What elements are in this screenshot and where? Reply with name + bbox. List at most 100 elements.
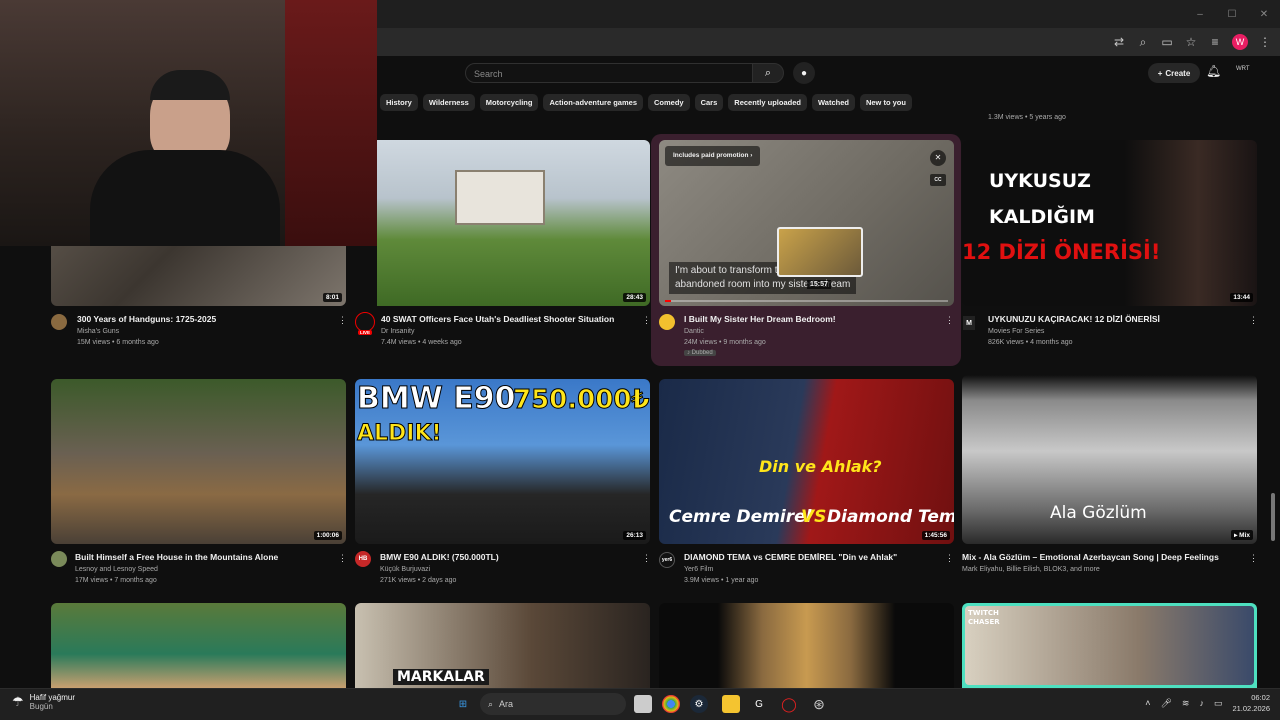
profile-avatar[interactable]: W [1232, 34, 1248, 50]
video-meta: 826K views • 4 months ago [988, 339, 1073, 346]
zoom-icon[interactable]: ⌕ [1136, 35, 1150, 49]
create-button[interactable]: + Create [1148, 63, 1200, 83]
video-preview-player[interactable]: Includes paid promotion › ✕ CC I'm about… [659, 140, 954, 306]
channel-name[interactable]: Movies For Series [988, 328, 1044, 335]
scrub-time: 15:57 [807, 280, 831, 289]
video-title[interactable]: Mix - Ala Gözlüm – Emotional Azerbaycan … [962, 552, 1219, 562]
channel-avatar[interactable] [51, 551, 67, 567]
chip-new-to-you[interactable]: New to you [859, 94, 912, 111]
more-options-icon[interactable]: ⋮ [945, 553, 954, 564]
bookmark-star-icon[interactable]: ☆ [1184, 35, 1198, 49]
mix-artists[interactable]: Mark Eliyahu, Billie Eilish, BLOK3, and … [962, 566, 1100, 573]
chip-watched[interactable]: Watched [811, 94, 855, 111]
volume-icon[interactable]: ♪ [1199, 698, 1204, 708]
search-button[interactable]: ⌕ [752, 63, 784, 83]
more-options-icon[interactable]: ⋮ [945, 315, 954, 326]
channel-avatar[interactable]: HB [355, 551, 371, 567]
video-meta: 7.4M views • 4 weeks ago [381, 339, 462, 346]
thumbnail-text: MARKALAR [393, 669, 489, 685]
mute-icon[interactable]: ✕ [930, 150, 946, 166]
house-shape [455, 170, 545, 225]
tab-search-icon[interactable]: ≡ [1208, 35, 1222, 49]
video-title[interactable]: 300 Years of Handguns: 1725-2025 [77, 314, 216, 324]
channel-name[interactable]: Lesnoy and Lesnoy Speed [75, 566, 158, 573]
captions-icon[interactable]: CC [930, 174, 946, 186]
video-thumbnail[interactable]: TWITCH CHASER [962, 603, 1257, 688]
taskbar-search[interactable]: ⌕ Ara [480, 693, 626, 715]
more-options-icon[interactable]: ⋮ [338, 315, 347, 326]
minimize-icon[interactable]: – [1184, 9, 1216, 20]
video-thumbnail[interactable]: Din ve Ahlak? Cemre Demirel VS Diamond T… [659, 379, 954, 544]
clock[interactable]: 06:02 21.02.2026 [1232, 692, 1270, 714]
chip-cars[interactable]: Cars [694, 94, 724, 111]
chip-motorcycling[interactable]: Motorcycling [479, 94, 539, 111]
channel-name[interactable]: Misha's Guns [77, 328, 119, 335]
opera-icon[interactable]: ◯ [780, 695, 798, 713]
chip-wilderness[interactable]: Wilderness [422, 94, 475, 111]
video-thumbnail[interactable]: MARKALAR [355, 603, 650, 688]
webcam-overlay [0, 0, 377, 246]
video-thumbnail[interactable] [659, 603, 954, 688]
browser-menu-icon[interactable]: ⋮ [1258, 35, 1272, 49]
chip-action-adventure[interactable]: Action-adventure games [543, 94, 643, 111]
channel-name[interactable]: Dantic [684, 328, 704, 335]
video-title[interactable]: I Built My Sister Her Dream Bedroom! [684, 314, 836, 324]
close-icon[interactable]: ✕ [1248, 9, 1280, 20]
channel-avatar[interactable] [659, 314, 675, 330]
weather-subtitle: Bugün [29, 702, 53, 711]
chevron-up-icon[interactable]: ˄ [1145, 698, 1150, 708]
progress-bar[interactable] [665, 300, 948, 302]
more-options-icon[interactable]: ⋮ [338, 553, 347, 564]
microphone-icon[interactable]: 🎤︎ [1160, 698, 1171, 709]
file-explorer-icon[interactable] [722, 695, 740, 713]
steam-icon[interactable]: ⚙ [690, 695, 708, 713]
mix-thumbnail[interactable]: Ala Gözlüm ▸ Mix [962, 375, 1257, 544]
chrome-icon[interactable] [662, 695, 680, 713]
chip-comedy[interactable]: Comedy [648, 94, 690, 111]
video-title[interactable]: Built Himself a Free House in the Mounta… [75, 552, 278, 562]
channel-avatar[interactable]: yer6 [659, 552, 675, 568]
page-scrollbar[interactable] [1271, 493, 1275, 541]
more-options-icon[interactable]: ⋮ [1249, 553, 1258, 564]
paid-promotion-label[interactable]: Includes paid promotion › [665, 146, 761, 166]
channel-avatar[interactable]: M [963, 316, 975, 330]
battery-icon[interactable]: ▭ [1214, 698, 1223, 709]
channel-name[interactable]: Dr Insanity [381, 328, 414, 335]
video-title[interactable]: UYKUNUZU KAÇIRACAK! 12 DİZİ ÖNERİSİ [988, 314, 1160, 324]
more-options-icon[interactable]: ⋮ [1249, 315, 1258, 326]
video-thumbnail[interactable]: 1:00:06 [51, 379, 346, 544]
video-thumbnail[interactable] [51, 603, 346, 688]
rain-cloud-icon: ☂ [12, 694, 24, 709]
cast-icon[interactable]: ▭ [1160, 35, 1174, 49]
more-options-icon[interactable]: ⋮ [642, 553, 651, 564]
video-title[interactable]: DIAMOND TEMA vs CEMRE DEMİREL "Din ve Ah… [684, 552, 897, 562]
thumbnail-text: Din ve Ahlak? [759, 457, 882, 476]
search-input[interactable]: Search [465, 63, 753, 83]
video-title[interactable]: 40 SWAT Officers Face Utah's Deadliest S… [381, 314, 614, 324]
channel-avatar[interactable]: LIVE [355, 312, 375, 335]
app-g-icon[interactable]: G [750, 695, 768, 713]
maximize-icon[interactable]: ☐ [1216, 9, 1248, 20]
video-thumbnail[interactable]: UYKUSUZ KALDIĞIM 12 DİZİ ÖNERİSİ! 13:44 [962, 140, 1257, 306]
translate-icon[interactable]: ⇄ [1112, 35, 1126, 49]
voice-search-button[interactable]: ● [793, 62, 815, 84]
weather-widget[interactable]: ☂ Hafif yağmur Bugün [12, 693, 75, 711]
thumbnail-text: UYKUSUZ [989, 170, 1091, 192]
wifi-icon[interactable]: ≋ [1182, 698, 1190, 709]
video-thumbnail[interactable]: BMW E90 750.000₺ ALDIK! 26:13 [355, 379, 650, 544]
task-view-icon[interactable] [634, 695, 652, 713]
video-meta: 24M views • 9 months ago [684, 339, 766, 346]
channel-badge[interactable]: WRT [1236, 66, 1250, 72]
create-label: Create [1165, 68, 1191, 78]
notifications-bell-icon[interactable]: 🔔︎ [1206, 64, 1221, 78]
app-swirl-icon[interactable]: ⊛ [810, 695, 828, 713]
video-title[interactable]: BMW E90 ALDIK! (750.000TL) [380, 552, 499, 562]
chip-history[interactable]: History [380, 94, 418, 111]
channel-name[interactable]: Küçük Burjuvazi [380, 566, 430, 573]
chip-recently-uploaded[interactable]: Recently uploaded [728, 94, 807, 111]
channel-avatar[interactable] [51, 314, 67, 330]
windows-start-icon[interactable]: ⊞ [454, 695, 472, 713]
video-thumbnail[interactable]: 28:43 [377, 140, 650, 306]
channel-name[interactable]: Yer6 Film [684, 566, 713, 573]
more-options-icon[interactable]: ⋮ [642, 315, 651, 326]
